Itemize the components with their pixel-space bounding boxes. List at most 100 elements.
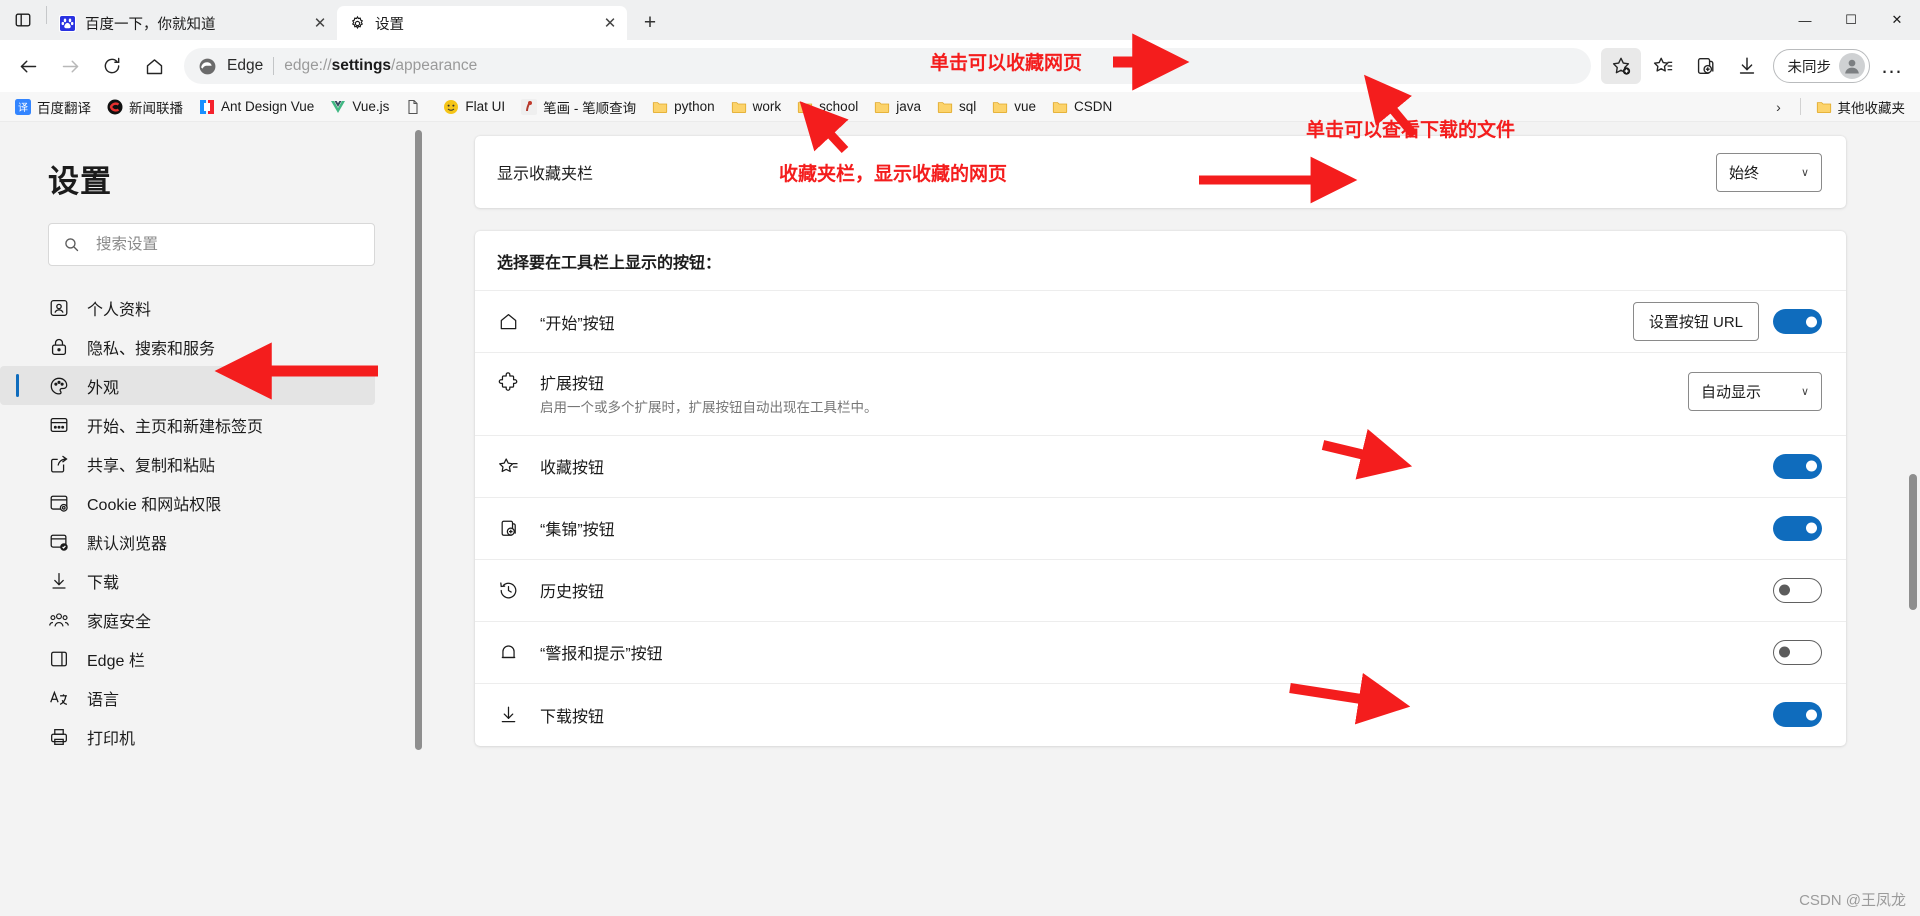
refresh-icon [104, 57, 120, 74]
extensions-button-select[interactable]: 自动显示 ∨ [1688, 372, 1822, 411]
edge-logo-icon [198, 57, 217, 76]
download-icon [1739, 57, 1754, 74]
gear-icon [349, 15, 366, 32]
search-input[interactable] [94, 234, 360, 255]
set-button-url-button[interactable]: 设置按钮 URL [1632, 302, 1759, 341]
bookmark-item[interactable]: 新闻联播 [100, 95, 190, 119]
palette-icon [48, 375, 70, 397]
cctv-icon [107, 99, 123, 115]
address-bar[interactable]: Edge edge://settings/appearance [184, 48, 1591, 84]
sidebar-item-privacy[interactable]: 隐私、搜索和服务 [0, 327, 375, 366]
search-settings-box[interactable] [48, 223, 375, 266]
edgebar-icon [48, 648, 70, 670]
sidebar-item-cookies[interactable]: Cookie 和网站权限 [0, 483, 375, 522]
row-main: 收藏按钮 [540, 454, 1773, 478]
sidebar-item-label: 共享、复制和粘贴 [87, 457, 216, 475]
sidebar-item-appearance[interactable]: 外观 [0, 366, 375, 405]
collections-button-toggle[interactable] [1773, 515, 1822, 541]
close-window-button[interactable]: ✕ [1874, 0, 1920, 40]
maximize-button[interactable]: ☐ [1828, 0, 1874, 40]
tab-strip: 百度一下，你就知道 ✕ 设置 ✕ + [0, 0, 667, 40]
bookmark-item[interactable]: Flat UI [436, 95, 512, 119]
toolbar-buttons-card: 选择要在工具栏上显示的按钮： “开始”按钮 设置按钮 URL 扩展按钮 启用一个… [475, 231, 1846, 746]
star-plus-icon [1612, 57, 1630, 75]
tab-close-button[interactable]: ✕ [599, 12, 621, 34]
toggle-knob [1806, 316, 1817, 327]
bookmark-folder[interactable]: school [790, 95, 865, 119]
tab-actions-button[interactable] [0, 0, 46, 40]
downloads-button[interactable] [1727, 48, 1767, 84]
toggle-knob [1779, 646, 1790, 658]
collections-button[interactable] [1685, 48, 1725, 84]
svg-text:译: 译 [18, 102, 28, 114]
sidebar-item-label: 隐私、搜索和服务 [87, 340, 216, 358]
tab-title: 设置 [375, 16, 404, 33]
sidebar-item-printers[interactable]: 打印机 [0, 717, 375, 756]
tab-list-icon [15, 13, 31, 27]
page-scrollbar[interactable] [1906, 122, 1920, 916]
bookmark-folder[interactable]: java [867, 95, 928, 119]
row-alerts-button: “警报和提示”按钮 [475, 622, 1846, 684]
sidebar-item-family-safety[interactable]: 家庭安全 [0, 600, 375, 639]
sidebar-item-startup[interactable]: 开始、主页和新建标签页 [0, 405, 375, 444]
bookmark-item[interactable]: 笔画 - 笔顺查询 [514, 95, 643, 119]
brush-icon [521, 98, 538, 115]
sidebar-item-profile[interactable]: 个人资料 [0, 288, 375, 327]
sidebar-item-edge-bar[interactable]: Edge 栏 [0, 639, 375, 678]
home-button[interactable] [134, 48, 174, 84]
select-value: 自动显示 [1701, 384, 1762, 401]
bookmark-folder[interactable]: vue [985, 95, 1043, 119]
new-tab-button[interactable]: + [633, 6, 667, 40]
downloads-button-toggle[interactable] [1773, 702, 1822, 728]
browser-tab-baidu[interactable]: 百度一下，你就知道 ✕ [47, 6, 337, 40]
vue-icon [330, 99, 346, 115]
refresh-button[interactable] [92, 48, 132, 84]
bookmark-folder[interactable]: sql [930, 95, 983, 119]
row-main: “开始”按钮 [540, 310, 1633, 334]
alerts-button-toggle[interactable] [1773, 639, 1822, 665]
bookmark-folder[interactable]: CSDN [1045, 95, 1119, 119]
row-title: “开始”按钮 [540, 315, 615, 333]
bookmark-label: Flat UI [465, 99, 506, 114]
favorites-bar-select[interactable]: 始终 ∨ [1716, 152, 1822, 192]
home-button-toggle[interactable] [1773, 309, 1822, 334]
row-right [1773, 453, 1822, 479]
bookmark-item[interactable]: Ant Design Vue [192, 95, 321, 119]
bookmarks-bar-right: › 其他收藏夹 [1766, 95, 1913, 119]
sidebar-item-label: 下载 [87, 574, 120, 592]
page-scrollbar-thumb[interactable] [1909, 474, 1917, 610]
sidebar-item-label: 默认浏览器 [87, 535, 168, 553]
search-icon [65, 238, 79, 252]
profile-sync-button[interactable]: 未同步 [1772, 49, 1870, 83]
favorites-button[interactable] [1643, 48, 1683, 84]
sidebar-item-default-browser[interactable]: 默认浏览器 [0, 522, 375, 561]
watermark: CSDN @王凤龙 [1799, 892, 1906, 909]
bookmark-item[interactable]: 译 百度翻译 [8, 95, 98, 119]
sidebar-item-share[interactable]: 共享、复制和粘贴 [0, 444, 375, 483]
favorites-button-toggle[interactable] [1773, 453, 1822, 479]
add-favorite-button[interactable] [1600, 48, 1641, 84]
more-options-button[interactable]: … [1872, 48, 1912, 84]
favorites-icon [497, 455, 520, 478]
bookmark-folder[interactable]: python [645, 95, 722, 119]
main-left-scroll-track[interactable] [413, 122, 424, 916]
folder-icon [937, 99, 953, 115]
bookmark-label: python [674, 99, 715, 114]
sidebar-item-label: Edge 栏 [87, 652, 145, 670]
minimize-button[interactable]: — [1782, 0, 1828, 40]
other-favorites-folder[interactable]: 其他收藏夹 [1809, 95, 1913, 119]
bookmark-folder[interactable]: work [724, 95, 789, 119]
sidebar-item-downloads[interactable]: 下载 [0, 561, 375, 600]
back-button[interactable] [8, 48, 48, 84]
bookmarks-overflow-button[interactable]: › [1766, 95, 1792, 119]
bookmark-item[interactable] [398, 95, 434, 119]
tab-close-button[interactable]: ✕ [309, 12, 331, 34]
main-left-scroll-thumb[interactable] [415, 130, 422, 750]
sidebar-item-languages[interactable]: 语言 [0, 678, 375, 717]
forward-button[interactable] [50, 48, 90, 84]
row-main: 显示收藏夹栏 [497, 160, 1716, 184]
history-button-toggle[interactable] [1773, 577, 1822, 603]
bookmark-item[interactable]: Vue.js [323, 95, 396, 119]
browser-tab-settings[interactable]: 设置 ✕ [337, 6, 627, 40]
row-right [1773, 577, 1822, 603]
